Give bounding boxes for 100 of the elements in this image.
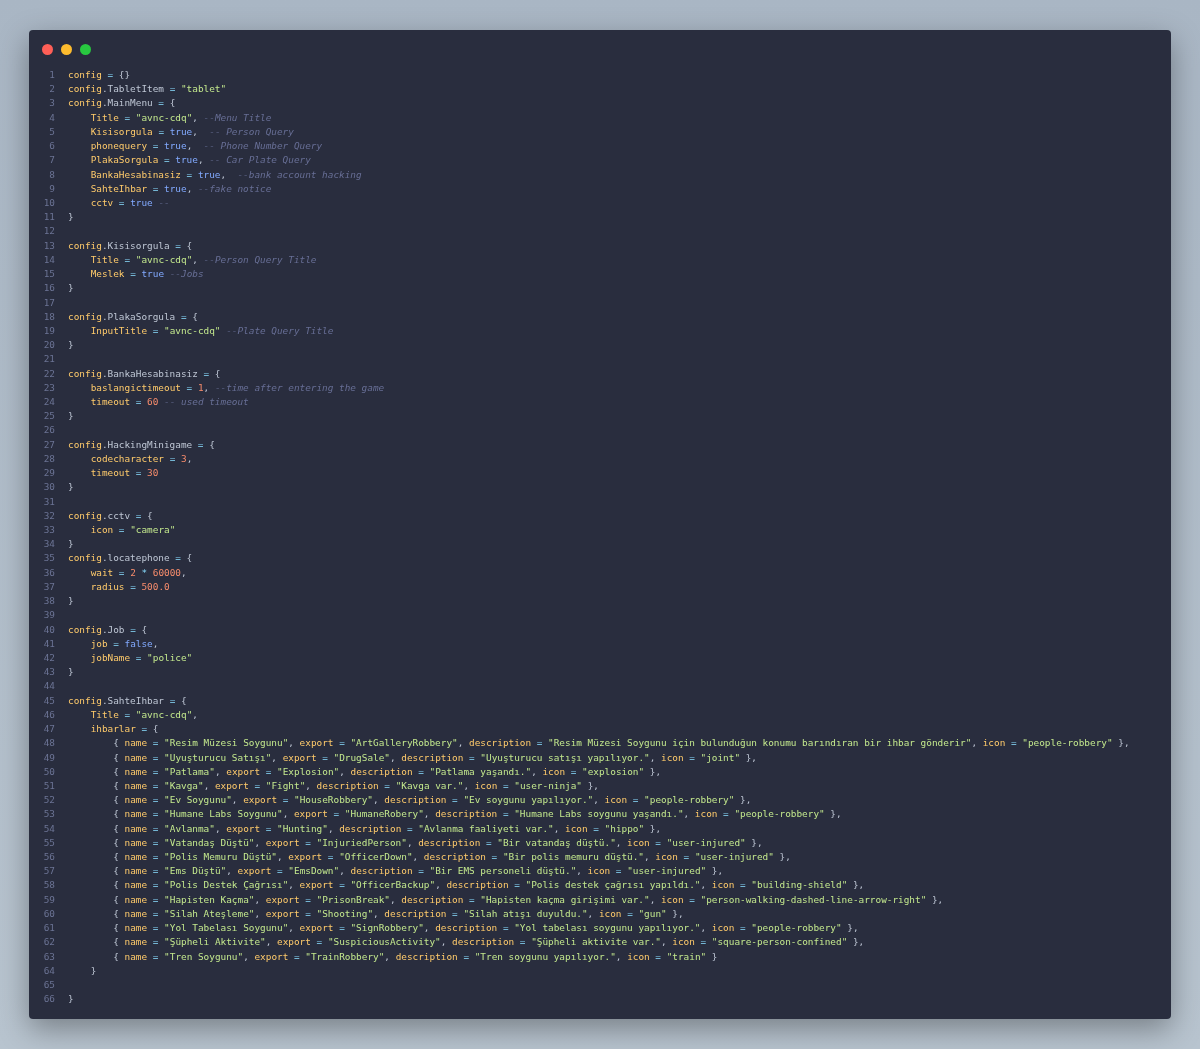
line-number: 2 (48, 82, 55, 97)
line-number: 46 (42, 707, 55, 722)
code-line: { name = "Ev Soygunu", export = "HouseRobbery", description = "Ev soygunu yapılıyor.", icon = "people-robbery" }, (112, 793, 752, 808)
code-line: timeout = 30 (89, 466, 159, 481)
line-number: 28 (42, 451, 55, 466)
line-number: 20 (42, 338, 55, 353)
line-number: 56 (42, 850, 55, 865)
code-line: Title = "avnc-cdq", (89, 707, 198, 722)
line-number: 34 (42, 537, 55, 552)
line-number: 13 (42, 238, 55, 253)
line-number: 7 (48, 153, 55, 168)
line-number: 37 (42, 579, 55, 594)
line-number: 43 (42, 665, 55, 680)
line-number: 21 (42, 352, 55, 367)
line-number: 55 (42, 835, 55, 850)
code-line: wait = 2 * 60000, (89, 565, 187, 580)
line-number: 33 (42, 523, 55, 537)
line-number: 42 (42, 650, 55, 665)
code-line: phonequery = true, -- Phone Number Query (89, 139, 323, 154)
line-number: 49 (42, 750, 55, 765)
line-number: 58 (42, 878, 55, 893)
line-number: 23 (42, 380, 55, 395)
code-line: { name = "Resim Müzesi Soygunu", export = "ArtGalleryRobbery", description = "Resim Müzesi Soygunu için bulunduğun konumu barındıran bir ihbar gönderir", icon = "people-robbery" }, (112, 736, 1130, 751)
code-line: config.Kisisorgula = { (68, 238, 193, 253)
line-number: 44 (42, 679, 55, 694)
code-line: } (68, 281, 74, 296)
line-number: 25 (42, 409, 55, 424)
window-control-button[interactable] (80, 44, 91, 55)
code-line: config.PlakaSorgula = { (68, 309, 198, 324)
code-line: } (68, 409, 74, 424)
line-number: 27 (42, 437, 55, 452)
line-number: 6 (48, 139, 55, 154)
code-line: cctv = true -- (89, 195, 170, 210)
line-number: 50 (42, 764, 55, 779)
line-number: 30 (42, 480, 55, 495)
code-line: } (68, 210, 74, 225)
code-line: timeout = 60 -- used timeout (89, 395, 249, 410)
line-number: 3 (48, 96, 55, 111)
line-number: 11 (42, 210, 55, 225)
line-number: 19 (42, 323, 55, 338)
window-control-button[interactable] (42, 44, 53, 55)
code-line: config.BankaHesabinasiz = { (68, 366, 221, 381)
code-line: } (68, 594, 74, 609)
code-line: { name = "Humane Labs Soygunu", export = "HumaneRobery", description = "Humane Labs soygunu yaşandı.", icon = "people-robbery" }, (112, 807, 842, 822)
line-number: 64 (42, 963, 55, 978)
line-number: 4 (48, 110, 55, 125)
line-number: 48 (42, 736, 55, 751)
code-line: config.cctv = { (68, 508, 153, 523)
line-number: 66 (42, 992, 55, 1007)
line-number: 15 (42, 267, 55, 282)
line-number: 61 (42, 921, 55, 936)
line-number: 8 (48, 167, 55, 182)
line-number: 14 (42, 252, 55, 267)
line-number: 1 (48, 68, 55, 82)
line-number: 40 (42, 622, 55, 637)
line-number: 36 (42, 565, 55, 580)
window-control-button[interactable] (61, 44, 72, 55)
line-number: 47 (42, 722, 55, 737)
code-line: radius = 500.0 (89, 579, 170, 594)
code-line: Kisisorgula = true, -- Person Query (89, 124, 294, 139)
line-number: 26 (42, 423, 55, 438)
code-line: Title = "avnc-cdq", --Menu Title (89, 110, 272, 125)
line-number: 22 (42, 366, 55, 381)
code-line: { name = "Uyuşturucu Satışı", export = "DrugSale", description = "Uyuşturucu satışı yapılıyor.", icon = "joint" }, (112, 750, 757, 765)
line-number: 31 (42, 494, 55, 509)
code-line: { name = "Patlama", export = "Explosion", description = "Patlama yaşandı.", icon = "explosion" }, (112, 764, 662, 779)
code-line: { name = "Şüpheli Aktivite", export = "SuspiciousActivity", description = "Şüpheli aktivite var.", icon = "square-person-confined" }, (112, 935, 865, 950)
code-line: } (68, 338, 74, 353)
code-line: BankaHesabinasiz = true, --bank account hacking (89, 167, 362, 182)
code-line: } (68, 665, 74, 680)
code-line: config.Job = { (68, 622, 148, 637)
line-number: 12 (42, 224, 55, 239)
code-line: job = false, (89, 636, 159, 651)
code-line: PlakaSorgula = true, -- Car Plate Query (89, 153, 311, 168)
code-line: { name = "Ems Düştü", export = "EmsDown", description = "Bir EMS personeli düştü.", icon = "user-injured" }, (112, 864, 724, 879)
code-line: { name = "Kavga", export = "Fight", description = "Kavga var.", icon = "user-ninja" }, (112, 778, 599, 793)
code-line: { name = "Hapisten Kaçma", export = "PrisonBreak", description = "Hapisten kaçma girişimi var.", icon = "person-walking-dashed-line-arrow-right" }, (112, 892, 944, 907)
code-line: { name = "Yol Tabelası Soygunu", export = "SignRobbery", description = "Yol tabelası soygunu yapılıyor.", icon = "people-robbery" }, (112, 921, 859, 936)
code-line: icon = "camera" (89, 523, 176, 537)
line-number: 29 (42, 466, 55, 481)
line-number: 16 (42, 281, 55, 296)
line-number: 10 (42, 195, 55, 210)
code-line: { name = "Tren Soygunu", export = "TrainRobbery", description = "Tren soygunu yapılıyor.", icon = "train" } (112, 949, 718, 964)
code-line: { name = "Avlanma", export = "Hunting", description = "Avlanma faaliyeti var.", icon = "hippo" }, (112, 821, 662, 836)
line-number: 63 (42, 949, 55, 964)
line-number: 9 (48, 181, 55, 196)
code-line: jobName = "police" (89, 650, 193, 665)
line-number: 65 (42, 978, 55, 992)
code-line: codecharacter = 3, (89, 451, 193, 466)
code-line: { name = "Silah Ateşleme", export = "Shooting", description = "Silah atışı duyuldu.", icon = "gun" }, (112, 906, 684, 921)
code-line: config = {} (68, 68, 131, 82)
line-number: 59 (42, 892, 55, 907)
line-number: 39 (42, 608, 55, 623)
code-line: } (68, 537, 74, 552)
code-line: ihbarlar = { (89, 722, 159, 737)
line-number: 45 (42, 693, 55, 708)
code-line: Meslek = true --Jobs (89, 267, 204, 282)
code-line: baslangictimeout = 1, --time after entering the game (89, 380, 385, 395)
line-number: 38 (42, 594, 55, 609)
line-number: 32 (42, 508, 55, 523)
